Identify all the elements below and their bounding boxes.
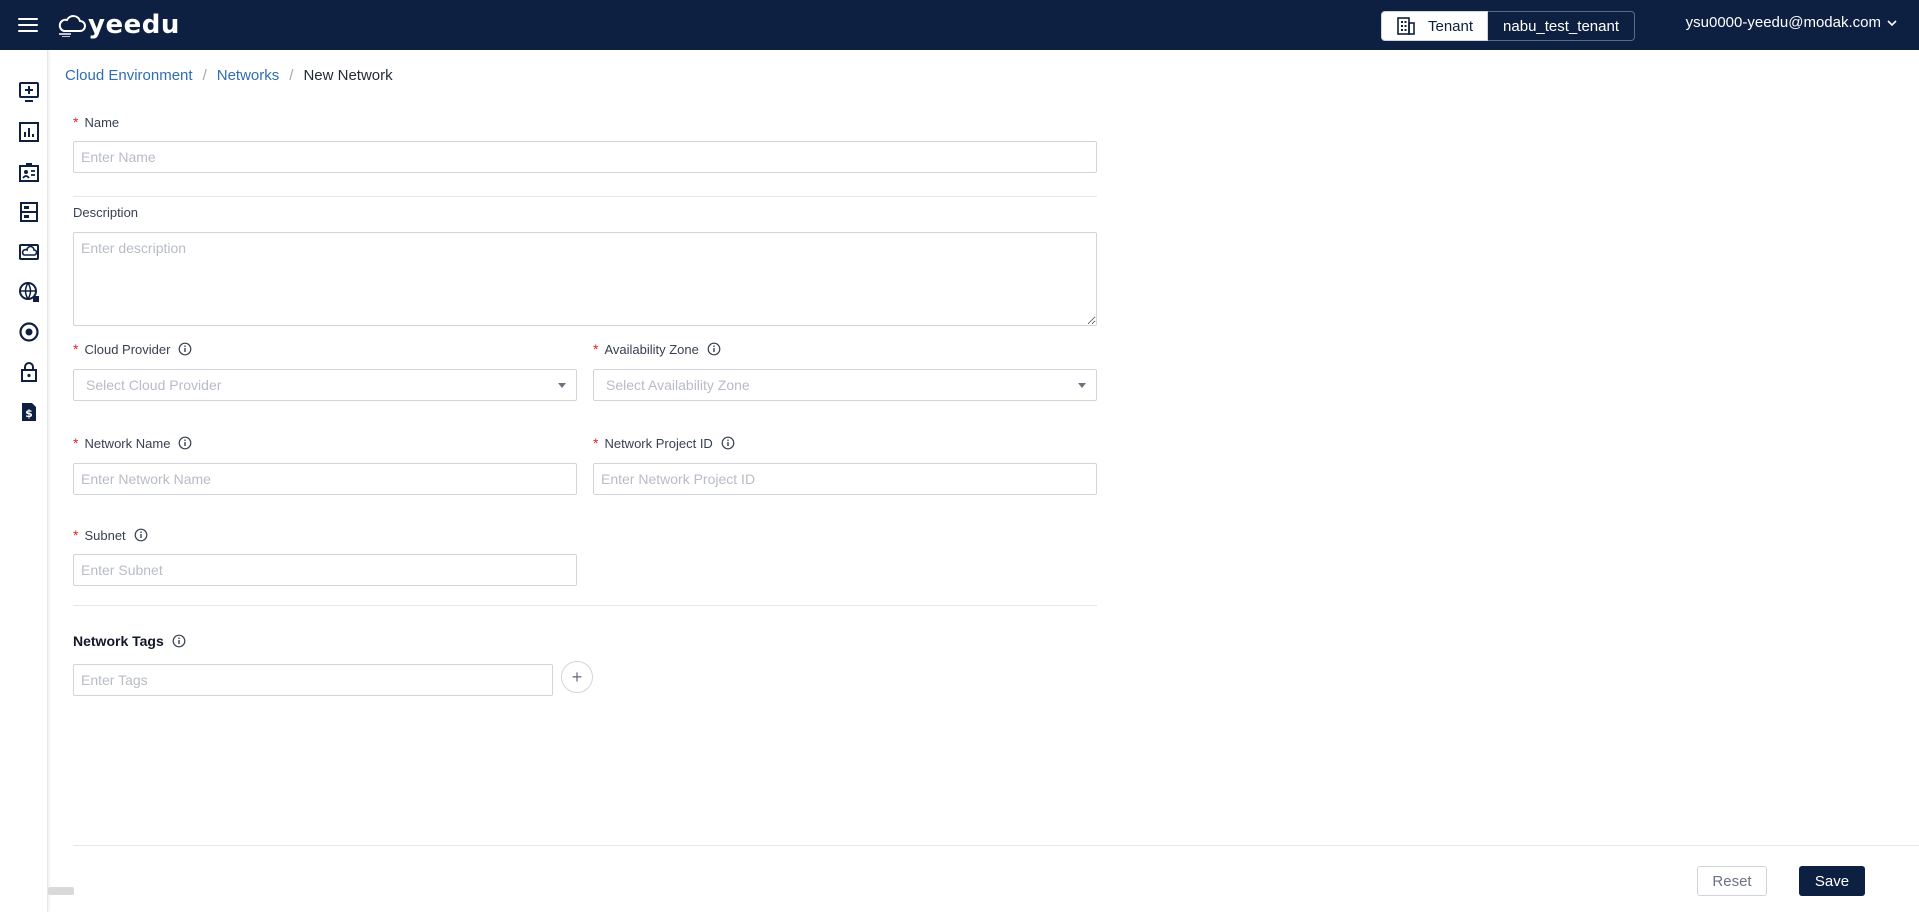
subnet-input[interactable] <box>73 554 577 586</box>
server-rack-icon[interactable] <box>17 200 41 224</box>
info-icon[interactable] <box>721 436 735 450</box>
required-mark: * <box>73 114 79 130</box>
svg-text:$: $ <box>25 407 33 420</box>
info-icon[interactable] <box>134 528 148 542</box>
cloud-drive-icon[interactable] <box>17 240 41 264</box>
cloud-provider-placeholder: Select Cloud Provider <box>86 377 222 393</box>
chevron-down-icon <box>1887 19 1897 26</box>
tenant-name[interactable]: nabu_test_tenant <box>1488 11 1635 41</box>
sidebar: $ <box>0 50 48 912</box>
name-label: * Name <box>73 114 119 130</box>
user-menu[interactable]: ysu0000-yeedu@modak.com <box>1686 14 1897 31</box>
caret-down-icon <box>558 383 566 388</box>
divider <box>73 196 1097 197</box>
plus-icon: + <box>571 666 583 687</box>
save-button[interactable]: Save <box>1799 866 1865 896</box>
network-name-label-text: Network Name <box>84 435 171 451</box>
info-icon[interactable] <box>707 342 721 356</box>
availability-zone-placeholder: Select Availability Zone <box>606 377 750 393</box>
target-icon[interactable] <box>17 320 41 344</box>
required-mark: * <box>593 341 599 357</box>
network-project-id-label: * Network Project ID <box>593 435 735 451</box>
cloud-provider-select[interactable]: Select Cloud Provider <box>73 369 577 401</box>
caret-down-icon <box>1078 383 1086 388</box>
availability-zone-label-text: Availability Zone <box>604 341 699 357</box>
add-tag-button[interactable]: + <box>561 661 593 693</box>
required-mark: * <box>593 435 599 451</box>
name-input[interactable] <box>73 141 1097 173</box>
brand-name: yeedu <box>88 10 180 40</box>
reset-button[interactable]: Reset <box>1697 866 1767 896</box>
subnet-label: * Subnet <box>73 527 148 543</box>
breadcrumb-separator: / <box>289 67 294 84</box>
network-project-id-label-text: Network Project ID <box>604 435 713 451</box>
info-icon[interactable] <box>172 634 186 648</box>
description-label: Description <box>73 205 138 220</box>
name-label-text: Name <box>84 114 120 130</box>
tenant-label: Tenant <box>1428 17 1474 35</box>
hamburger-menu-icon[interactable] <box>16 15 40 35</box>
id-card-icon[interactable] <box>17 160 41 184</box>
tags-input[interactable] <box>73 664 553 696</box>
top-bar: yeedu Tenant nabu_test_tenant ysu0000-ye… <box>0 0 1919 50</box>
cloud-provider-label-text: Cloud Provider <box>84 341 171 357</box>
building-icon <box>1397 17 1415 35</box>
globe-network-icon[interactable] <box>17 280 41 304</box>
description-textarea[interactable] <box>73 232 1097 326</box>
required-mark: * <box>73 435 79 451</box>
breadcrumb-separator: / <box>202 67 207 84</box>
tenant-switcher[interactable]: Tenant nabu_test_tenant <box>1381 11 1635 41</box>
tenant-button[interactable]: Tenant <box>1381 11 1489 41</box>
cloud-provider-label: * Cloud Provider <box>73 341 192 357</box>
user-email: ysu0000-yeedu@modak.com <box>1685 14 1881 31</box>
info-icon[interactable] <box>178 436 192 450</box>
breadcrumb-current: New Network <box>303 67 393 84</box>
monitor-plus-icon[interactable] <box>17 80 41 104</box>
subnet-label-text: Subnet <box>84 527 126 543</box>
breadcrumb-cloud-environment[interactable]: Cloud Environment <box>65 67 193 84</box>
network-tags-title-text: Network Tags <box>73 633 164 649</box>
required-mark: * <box>73 341 79 357</box>
lock-icon[interactable] <box>17 360 41 384</box>
billing-icon[interactable]: $ <box>17 400 41 424</box>
required-mark: * <box>73 527 79 543</box>
breadcrumb: Cloud Environment / Networks / New Netwo… <box>65 67 393 84</box>
network-project-id-input[interactable] <box>593 463 1097 495</box>
availability-zone-label: * Availability Zone <box>593 341 721 357</box>
info-icon[interactable] <box>178 342 192 356</box>
horizontal-scrollbar[interactable] <box>48 887 74 895</box>
yeedu-logo[interactable]: yeedu <box>56 10 180 40</box>
divider <box>73 605 1097 606</box>
breadcrumb-networks[interactable]: Networks <box>217 67 280 84</box>
network-tags-title: Network Tags <box>73 633 186 649</box>
availability-zone-select[interactable]: Select Availability Zone <box>593 369 1097 401</box>
cloud-logo-icon <box>58 15 86 37</box>
network-name-input[interactable] <box>73 463 577 495</box>
description-label-text: Description <box>73 205 139 220</box>
bar-chart-icon[interactable] <box>17 120 41 144</box>
footer-divider <box>73 845 1919 846</box>
network-name-label: * Network Name <box>73 435 192 451</box>
